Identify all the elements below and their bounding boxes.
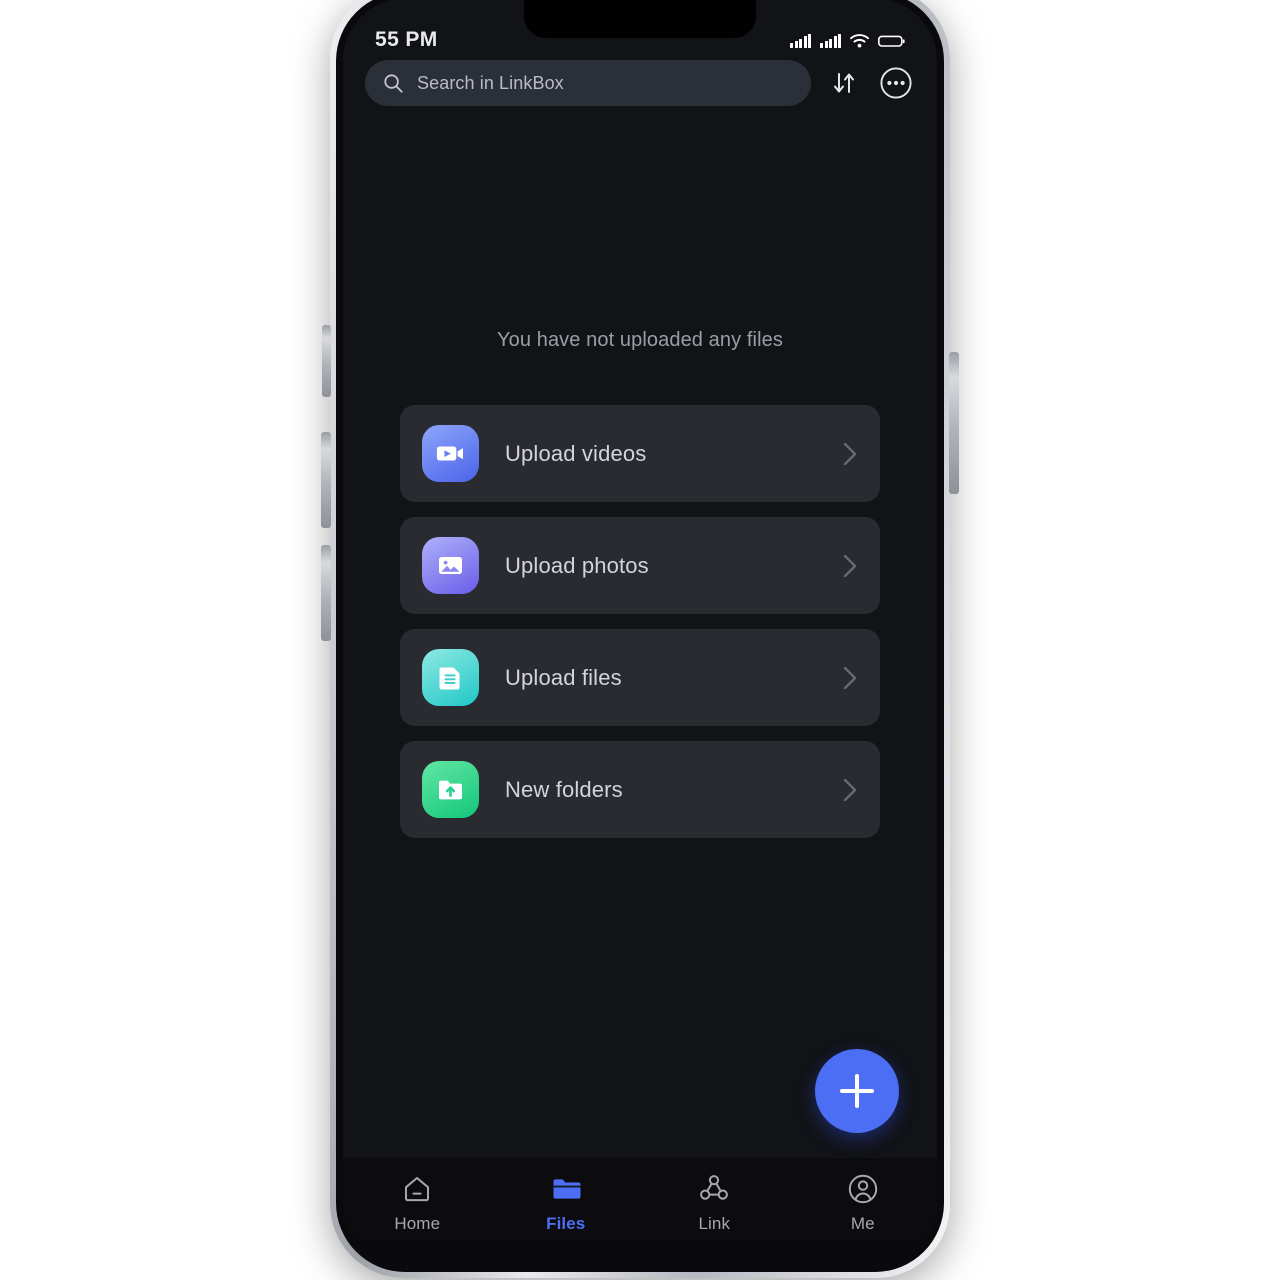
sort-arrows-icon	[834, 73, 854, 93]
more-options-button[interactable]	[877, 64, 915, 102]
mute-switch-button[interactable]	[322, 325, 331, 397]
card-label: New folders	[505, 776, 623, 802]
status-time: 55 PM	[375, 28, 438, 51]
new-folders-card[interactable]: New folders	[400, 741, 880, 838]
tab-me[interactable]: Me	[789, 1172, 938, 1234]
volume-down-button[interactable]	[321, 545, 331, 641]
card-label: Upload videos	[505, 440, 647, 466]
video-camera-glyph	[436, 446, 463, 461]
app-header: Search in LinkBox	[343, 52, 937, 114]
screen-bottom-mask	[343, 1240, 937, 1266]
phone-screen: 55 PM Search in LinkBox You have not upl…	[343, 0, 937, 1266]
tab-label: Files	[546, 1214, 586, 1233]
photo-image-icon	[422, 537, 479, 594]
photo-image-glyph	[439, 557, 462, 574]
search-input[interactable]: Search in LinkBox	[365, 60, 811, 106]
card-label: Upload files	[505, 664, 622, 690]
wifi-icon	[850, 34, 869, 48]
chevron-right-icon	[843, 554, 857, 577]
upload-photos-card[interactable]: Upload photos	[400, 517, 880, 614]
chevron-right-icon	[843, 666, 857, 689]
dynamic-island	[524, 0, 756, 38]
card-label: Upload photos	[505, 552, 649, 578]
video-camera-icon	[422, 425, 479, 482]
tab-files[interactable]: Files	[492, 1172, 641, 1234]
volume-up-button[interactable]	[321, 432, 331, 528]
more-options-icon	[880, 67, 912, 99]
cellular-signal-icon	[820, 33, 841, 48]
user-circle-icon	[846, 1172, 880, 1206]
upload-videos-card[interactable]: Upload videos	[400, 405, 880, 502]
folder-upload-icon	[422, 761, 479, 818]
home-icon	[400, 1172, 434, 1206]
upload-action-list: Upload videos Upload photos Upload files…	[343, 405, 937, 838]
search-placeholder: Search in LinkBox	[417, 72, 564, 93]
tab-home[interactable]: Home	[343, 1172, 492, 1234]
empty-state-message: You have not uploaded any files	[497, 329, 783, 351]
tab-label: Home	[394, 1214, 441, 1233]
tab-label: Me	[850, 1214, 875, 1233]
chevron-right-icon	[843, 442, 857, 465]
tab-label: Link	[698, 1214, 731, 1233]
upload-files-card[interactable]: Upload files	[400, 629, 880, 726]
folder-upload-glyph	[439, 780, 462, 800]
share-nodes-icon	[697, 1172, 731, 1206]
document-icon	[422, 649, 479, 706]
add-button[interactable]	[815, 1049, 899, 1133]
chevron-right-icon	[843, 778, 857, 801]
status-indicators	[790, 33, 905, 48]
plus-icon	[840, 1074, 874, 1108]
screenshot-scene: 55 PM Search in LinkBox You have not upl…	[0, 0, 1280, 1280]
cellular-signal-icon	[790, 33, 811, 48]
power-button[interactable]	[949, 352, 959, 494]
document-glyph	[439, 667, 460, 690]
battery-icon	[878, 35, 905, 47]
sort-button[interactable]	[825, 64, 863, 102]
search-icon	[384, 73, 403, 93]
folder-icon	[549, 1172, 583, 1206]
tab-link[interactable]: Link	[640, 1172, 789, 1234]
